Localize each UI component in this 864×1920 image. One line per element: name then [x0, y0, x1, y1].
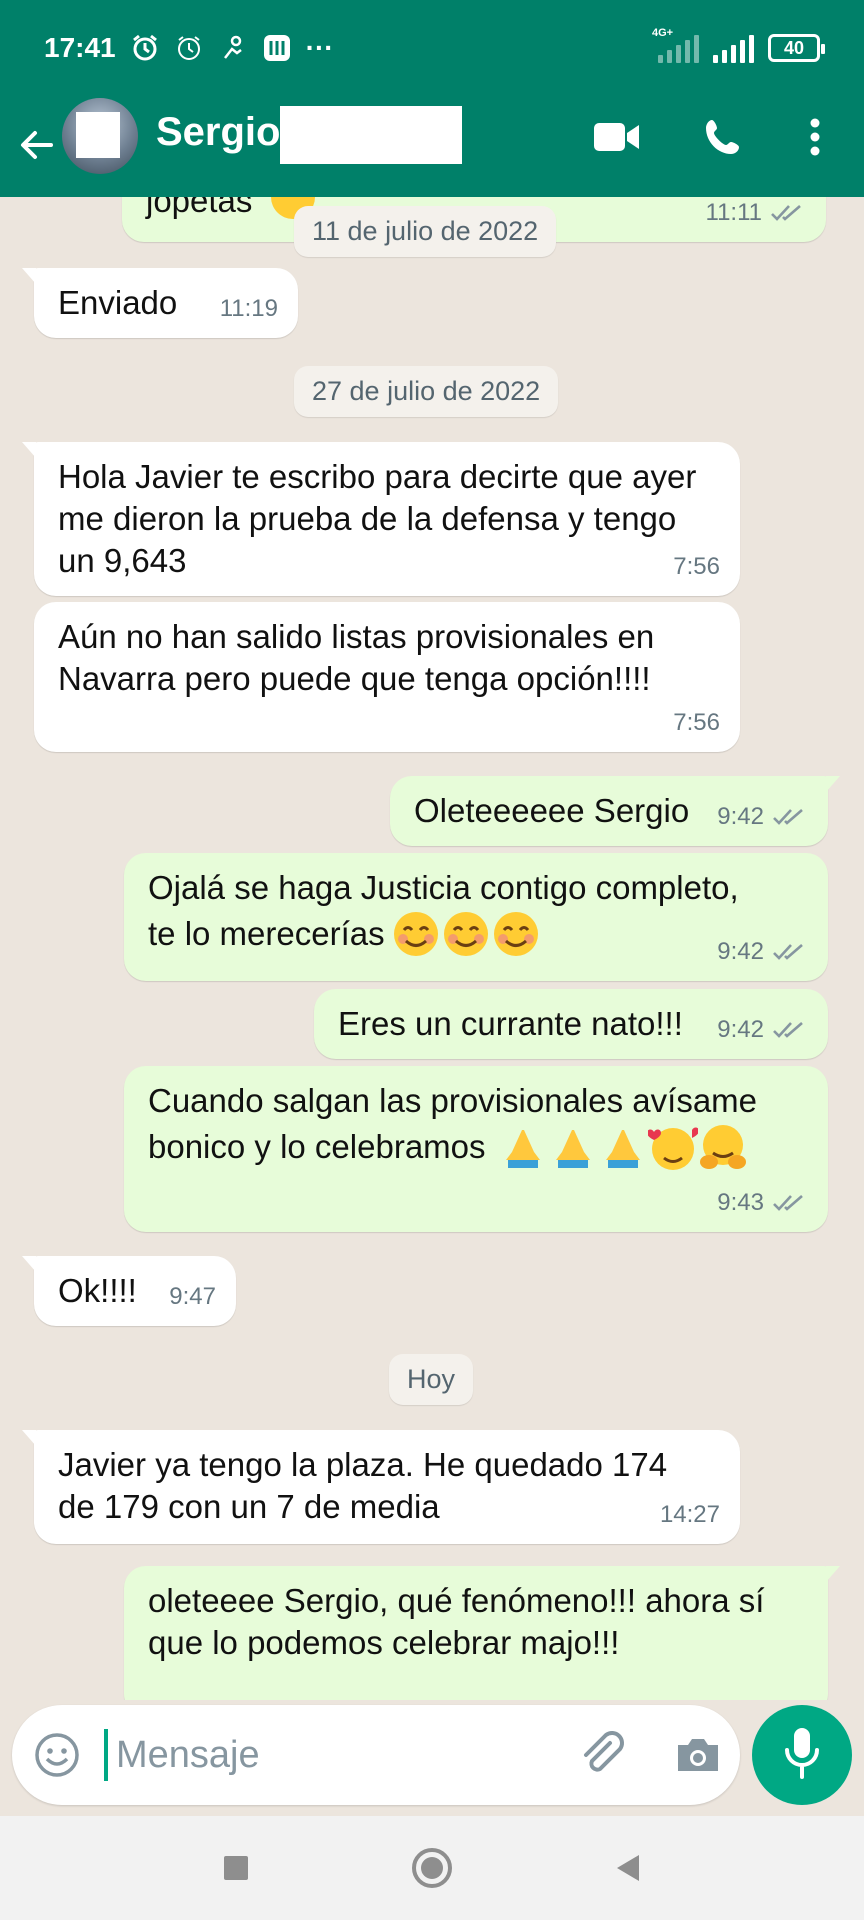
message-outgoing[interactable]: Eres un currante nato!!! 9:42 — [314, 989, 828, 1059]
smiling-face-emoji-icon — [491, 909, 541, 959]
message-text: oleteeee Sergio, qué fenómeno!!! ahora s… — [148, 1582, 765, 1661]
message-meta: 9:43 — [717, 1182, 808, 1224]
recents-square-icon[interactable] — [213, 1845, 259, 1891]
chat-header: Sergio — [0, 96, 864, 197]
message-meta: 9:42 — [717, 931, 808, 973]
mic-icon — [782, 1726, 822, 1785]
hugging-face-emoji-icon — [698, 1122, 748, 1172]
contact-name[interactable]: Sergio — [156, 110, 280, 155]
date-separator: 11 de julio de 2022 — [294, 206, 557, 257]
message-meta: 7:56 — [673, 702, 720, 744]
message-text: Javier ya tengo la plaza. He quedado 174… — [58, 1446, 668, 1525]
attach-clip-icon[interactable] — [574, 1727, 630, 1783]
message-time: 9:42 — [717, 803, 764, 830]
message-composer — [12, 1705, 740, 1805]
more-vertical-icon[interactable] — [790, 114, 840, 160]
message-incoming[interactable]: Ok!!!! 9:47 — [22, 1256, 236, 1326]
message-time: 14:27 — [659, 1501, 720, 1528]
message-input[interactable] — [116, 1729, 436, 1781]
system-navigation-bar — [0, 1816, 864, 1920]
message-text: Aún no han salido listas provisionales e… — [58, 618, 655, 697]
read-ticks-icon — [772, 1020, 808, 1040]
message-text: Cuando salgan las provisionales avísame — [148, 1082, 758, 1119]
message-time: 9:43 — [717, 1189, 764, 1216]
date-separator: 27 de julio de 2022 — [294, 366, 559, 417]
read-ticks-icon — [772, 942, 808, 962]
emoji-icon[interactable] — [32, 1730, 82, 1780]
battery-icon: 40 — [768, 34, 825, 62]
back-triangle-icon[interactable] — [605, 1845, 651, 1891]
smiling-face-emoji-icon — [441, 909, 491, 959]
accessibility-icon — [218, 33, 248, 63]
back-arrow-icon[interactable] — [14, 122, 60, 168]
message-text: Ojalá se haga Justicia contigo completo, — [148, 869, 739, 906]
message-time: 9:47 — [169, 1283, 216, 1310]
chat-area[interactable]: jopetas 11:11 11 de julio de 2022 Enviad… — [0, 197, 864, 1700]
message-meta: 14:27 — [660, 1494, 720, 1536]
message-meta: 9:47 — [169, 1276, 216, 1318]
message-time: 9:42 — [717, 938, 764, 965]
message-text: Hola Javier te escribo para decirte que … — [58, 458, 697, 579]
message-text: jopetas — [146, 197, 253, 219]
mic-button[interactable] — [752, 1705, 852, 1805]
message-incoming[interactable]: Javier ya tengo la plaza. He quedado 174… — [22, 1430, 740, 1544]
redacted-surname — [280, 106, 462, 164]
mobile-signal-icon — [713, 33, 754, 63]
folded-hands-emoji-icon — [548, 1122, 598, 1172]
read-ticks-icon — [772, 807, 808, 827]
message-time: 11:19 — [219, 295, 278, 322]
date-separator: Hoy — [389, 1354, 474, 1405]
message-time: 7:56 — [673, 709, 720, 736]
alarm-outline-icon — [174, 33, 204, 63]
message-incoming[interactable]: Hola Javier te escribo para decirte que … — [22, 442, 740, 596]
avatar[interactable] — [62, 98, 138, 174]
video-call-icon[interactable] — [592, 114, 642, 160]
home-circle-icon[interactable] — [409, 1845, 455, 1891]
message-line: te lo merecerías — [148, 909, 804, 959]
message-outgoing[interactable]: Cuando salgan las provisionales avísame … — [124, 1066, 828, 1232]
read-ticks-icon — [770, 203, 806, 223]
folded-hands-emoji-icon — [598, 1122, 648, 1172]
folded-hands-emoji-icon — [498, 1122, 548, 1172]
message-meta: 11:19 — [220, 288, 278, 330]
alarm-icon — [130, 33, 160, 63]
message-meta: 9:42 — [717, 796, 808, 838]
status-more: ··· — [305, 32, 334, 63]
message-time: 11:11 — [705, 199, 763, 226]
message-outgoing[interactable]: Ojalá se haga Justicia contigo completo,… — [124, 853, 828, 981]
media-app-icon — [262, 33, 292, 63]
message-time: 7:56 — [673, 553, 720, 580]
smiling-face-with-hearts-emoji-icon — [646, 1122, 699, 1172]
message-outgoing[interactable]: Oleteeeeee Sergio 9:42 — [390, 776, 840, 846]
message-meta: 9:42 — [717, 1009, 808, 1051]
message-outgoing[interactable]: oleteeee Sergio, qué fenómeno!!! ahora s… — [124, 1566, 840, 1700]
message-text: te lo merecerías — [148, 915, 385, 952]
read-ticks-icon — [772, 1193, 808, 1213]
message-incoming[interactable]: Aún no han salido listas provisionales e… — [34, 602, 740, 752]
mobile-signal-4g-icon: 4G+ — [652, 27, 699, 63]
message-time: 9:42 — [717, 1016, 764, 1043]
smiling-face-emoji-icon — [391, 909, 441, 959]
status-bar: 17:41 ··· 4G+ 40 — [0, 0, 864, 96]
message-line: bonico y lo celebramos — [148, 1122, 804, 1172]
phone-icon[interactable] — [698, 114, 748, 160]
message-meta: 11:11 — [706, 197, 807, 234]
status-time: 17:41 — [44, 32, 116, 63]
message-text: bonico y lo celebramos — [148, 1128, 486, 1165]
text-cursor — [104, 1729, 108, 1781]
message-meta: 7:56 — [673, 546, 720, 588]
network-type-label: 4G+ — [652, 27, 674, 39]
message-incoming[interactable]: Enviado 11:19 — [22, 268, 298, 338]
camera-icon[interactable] — [670, 1727, 726, 1783]
